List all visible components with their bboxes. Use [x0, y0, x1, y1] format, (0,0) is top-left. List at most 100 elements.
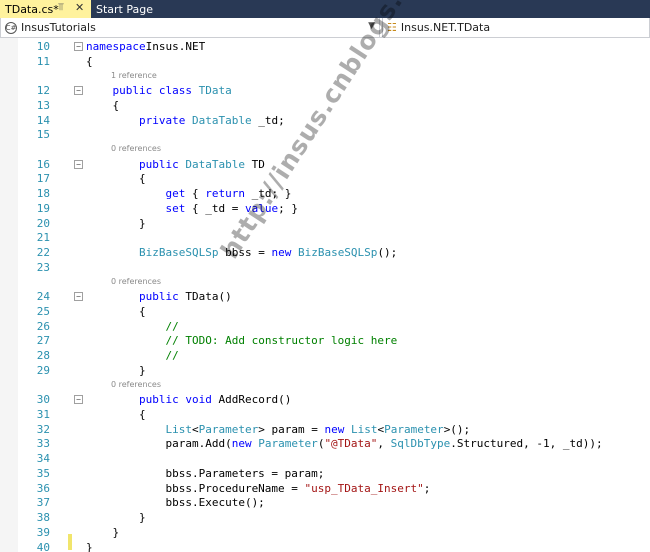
- code-token: {: [185, 187, 206, 200]
- code-lens-references[interactable]: 0 references: [111, 143, 161, 155]
- line-number: 36: [36, 481, 50, 495]
- code-line: 23: [0, 260, 650, 275]
- code-token: <: [191, 422, 199, 436]
- line-number: 34: [36, 452, 50, 465]
- line-number: 12: [36, 84, 50, 97]
- code-token: bbss.ProcedureName =: [86, 481, 305, 495]
- code-token: public: [138, 157, 179, 171]
- project-icon: C#: [5, 21, 17, 34]
- code-line: 31 {: [0, 407, 650, 422]
- collapse-icon[interactable]: −: [74, 159, 83, 169]
- code-token: TD: [244, 157, 265, 171]
- code-text: set { _td = value; }: [86, 201, 298, 216]
- code-token: DataTable: [191, 113, 252, 127]
- code-line: 25 {: [0, 304, 650, 319]
- type-name: Insus.NET.TData: [400, 21, 491, 34]
- line-number: 30: [36, 393, 50, 406]
- code-text: {: [86, 98, 119, 113]
- code-line: 34: [0, 451, 650, 466]
- line-number: 24: [36, 290, 50, 303]
- tab-tdata-cs[interactable]: TData.cs* ⫪ ✕: [0, 0, 91, 18]
- project-dropdown[interactable]: C# InsusTutorials ▼: [0, 18, 380, 38]
- code-token: { _td =: [185, 201, 245, 215]
- code-text: {: [86, 304, 146, 319]
- line-number: 28: [36, 349, 50, 362]
- code-lens-references[interactable]: 1 reference: [111, 70, 157, 82]
- line-number: 40: [36, 540, 50, 552]
- code-text: }: [86, 510, 146, 525]
- navigation-bar: C# InsusTutorials ▼ ☷ Insus.NET.TData: [0, 18, 650, 38]
- type-dropdown[interactable]: ☷ Insus.NET.TData: [382, 18, 650, 38]
- code-token: public: [138, 290, 179, 303]
- code-token: private: [138, 113, 186, 127]
- code-token: TData(): [178, 290, 232, 303]
- code-token: TData: [198, 84, 232, 97]
- code-text: bbss.Execute();: [86, 495, 264, 510]
- code-text: public TData(): [86, 289, 232, 304]
- collapse-icon[interactable]: −: [74, 86, 83, 95]
- collapse-icon[interactable]: −: [74, 292, 83, 301]
- code-token: }: [86, 525, 120, 539]
- chevron-down-icon: ▼: [368, 21, 375, 31]
- line-number: 13: [36, 98, 50, 112]
- code-token: public: [112, 84, 153, 97]
- code-token: SqlDbType: [390, 437, 451, 451]
- collapse-icon[interactable]: −: [74, 395, 83, 404]
- code-lens-references[interactable]: 0 references: [111, 379, 161, 391]
- code-line: 10 − namespaceInsus.NET: [0, 39, 650, 54]
- tab-label: Start Page: [96, 2, 153, 16]
- code-token: new: [324, 422, 345, 436]
- close-icon[interactable]: ✕: [75, 1, 84, 14]
- code-token: void: [185, 393, 212, 406]
- line-number: 20: [36, 216, 50, 230]
- pin-icon[interactable]: ⫪: [58, 2, 64, 13]
- code-token: BizBaseSQLSp: [297, 246, 378, 259]
- code-text: BizBaseSQLSp bbss = new BizBaseSQLSp();: [86, 245, 397, 260]
- code-lens-references[interactable]: 0 references: [111, 276, 161, 288]
- line-number: 25: [36, 304, 50, 318]
- code-text: private DataTable _td;: [86, 113, 285, 128]
- code-line: 12 − public class TData: [0, 83, 650, 98]
- code-token: Parameter: [384, 422, 444, 436]
- code-token: > param =: [258, 422, 325, 436]
- line-number: 31: [36, 407, 50, 421]
- code-token: AddRecord(): [211, 393, 292, 406]
- code-text: bbss.Parameters = param;: [86, 466, 324, 481]
- tab-label: TData.cs*: [5, 2, 59, 16]
- code-token: param.Add(: [86, 437, 232, 451]
- collapse-icon[interactable]: −: [74, 42, 83, 51]
- code-editor[interactable]: 10− namespaceInsus.NET 11{1 reference 12− p…: [0, 0, 650, 552]
- code-token: {: [86, 98, 120, 112]
- code-token: }: [86, 216, 146, 230]
- code-text: }: [86, 525, 119, 540]
- code-token: }: [86, 540, 93, 552]
- code-token: }: [86, 363, 146, 377]
- code-token: {: [86, 54, 93, 68]
- code-token: Parameter: [198, 422, 259, 436]
- code-line: 32 List<Parameter> param = new List<Para…: [0, 422, 650, 437]
- code-text: {: [86, 171, 146, 186]
- code-token: ();: [377, 246, 398, 259]
- code-token: >();: [443, 422, 471, 436]
- line-number: 26: [36, 319, 50, 333]
- line-number: 32: [36, 422, 50, 436]
- code-token: DataTable: [185, 157, 245, 171]
- tab-start-page[interactable]: Start Page: [91, 0, 186, 18]
- code-text: //: [86, 319, 178, 334]
- code-token: get: [165, 187, 186, 200]
- code-line: 27 // TODO: Add constructor logic here: [0, 333, 650, 348]
- code-line: 19 set { _td = value; }: [0, 201, 650, 216]
- code-line: 15: [0, 127, 650, 142]
- code-text: }: [86, 363, 146, 378]
- code-text: bbss.ProcedureName = "usp_TData_Insert";: [86, 481, 430, 496]
- code-text: //: [86, 348, 178, 363]
- code-token: ; }: [278, 201, 298, 215]
